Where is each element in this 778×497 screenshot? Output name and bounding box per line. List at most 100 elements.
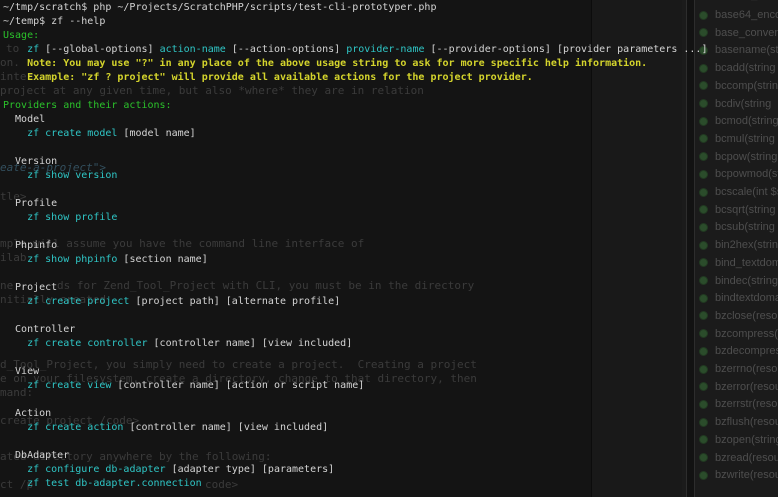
editor-bg-text: mand: — [0, 387, 33, 399]
function-bullet-icon — [699, 435, 708, 444]
function-bullet-icon — [699, 64, 708, 73]
function-list-item[interactable]: bzclose(resou — [682, 307, 778, 325]
editor-bg-text: ct /p — [0, 479, 33, 491]
function-label: bcpowmod(st — [715, 168, 778, 180]
function-label: bzerror(resour — [715, 381, 778, 393]
function-label: bind_textdom — [715, 257, 778, 269]
function-label: bcsub(string — [715, 221, 775, 233]
function-bullet-icon — [699, 311, 708, 320]
function-list-item[interactable]: bin2hex(strin — [682, 236, 778, 254]
function-label: bzwrite(resour — [715, 469, 778, 481]
function-bullet-icon — [699, 46, 708, 55]
function-list-item[interactable]: basename(stri — [682, 41, 778, 59]
function-label: bzflush(resou — [715, 416, 778, 428]
function-list-item[interactable]: bzerror(resour — [682, 378, 778, 396]
function-label: bindtextdoma — [715, 292, 778, 304]
editor-bg-text: e on your filesystem, create a directory… — [0, 373, 477, 385]
editor-bg-text: on. — [0, 57, 20, 69]
function-bullet-icon — [699, 258, 708, 267]
function-list-item[interactable]: bzcompress(s — [682, 325, 778, 343]
editor-bg-text: ne — [0, 280, 13, 292]
function-bullet-icon — [699, 134, 708, 143]
function-list-item[interactable]: bcadd(string — [682, 59, 778, 77]
function-list-item[interactable]: bcdiv(string — [682, 95, 778, 113]
function-label: bcdiv(string — [715, 98, 771, 110]
function-list-item[interactable]: bzerrno(resou — [682, 360, 778, 378]
editor-bg-text: create project /code> — [0, 415, 139, 427]
function-label: bzerrstr(resou — [715, 398, 778, 410]
function-bullet-icon — [699, 223, 708, 232]
function-bullet-icon — [699, 347, 708, 356]
function-list-item[interactable]: bcmod(string — [682, 112, 778, 130]
function-label: base64_decode(st — [715, 0, 778, 1]
function-bullet-icon — [699, 294, 708, 303]
editor-bg-text: ilab — [0, 252, 27, 264]
function-bullet-icon — [699, 400, 708, 409]
editor-bg-text: code> — [205, 479, 238, 491]
function-list-item[interactable]: base_convert( — [682, 24, 778, 42]
function-bullet-icon — [699, 453, 708, 462]
function-list-item[interactable]: bzwrite(resour — [682, 466, 778, 484]
function-list-item[interactable]: bzerrstr(resou — [682, 395, 778, 413]
function-bullet-icon — [699, 11, 708, 20]
function-list-item[interactable]: bcsub(string — [682, 218, 778, 236]
function-list-item[interactable]: bind_textdom — [682, 254, 778, 272]
function-label: bccomp(strin — [715, 80, 778, 92]
function-list-item[interactable]: bzdecompres — [682, 342, 778, 360]
function-label: bzerrno(resou — [715, 363, 778, 375]
function-list-item[interactable]: bccomp(strin — [682, 77, 778, 95]
function-label: bcsqrt(string — [715, 204, 776, 216]
function-bullet-icon — [699, 471, 708, 480]
function-label: bzclose(resou — [715, 310, 778, 322]
function-bullet-icon — [699, 205, 708, 214]
function-label: bcmul(string — [715, 133, 775, 145]
editor-bg-text: mple will assume you have the command li… — [0, 238, 364, 250]
function-label: bin2hex(strin — [715, 239, 778, 251]
editor-right-margin — [591, 0, 683, 497]
function-label: bcpow(string — [715, 151, 777, 163]
editor-bg-text: tle> — [0, 191, 27, 203]
function-bullet-icon — [699, 81, 708, 90]
function-list-item[interactable]: bzopen(string — [682, 431, 778, 449]
function-bullet-icon — [699, 188, 708, 197]
editor-bg-text: inter — [0, 71, 33, 83]
function-bullet-icon — [699, 329, 708, 338]
function-list-item[interactable]: bcpow(string — [682, 148, 778, 166]
function-list-item[interactable]: bzread(resou — [682, 449, 778, 467]
function-browser-panel: base64_decode(st base64_encod base_convert… — [682, 0, 778, 497]
function-list-item[interactable]: bcscale(int $s — [682, 183, 778, 201]
editor-bg-text: ated directory anywhere by the following… — [0, 451, 272, 463]
function-label: bcscale(int $s — [715, 186, 778, 198]
function-list-item[interactable]: base64_decode(st — [682, 0, 778, 4]
function-list-item[interactable]: bcmul(string — [682, 130, 778, 148]
editor-bg-text: to — [6, 43, 19, 55]
function-bullet-icon — [699, 418, 708, 427]
function-list-item[interactable]: bindtextdoma — [682, 289, 778, 307]
function-bullet-icon — [699, 117, 708, 126]
function-bullet-icon — [699, 241, 708, 250]
function-list-item[interactable]: bcpowmod(st — [682, 165, 778, 183]
function-label: bzcompress(s — [715, 328, 778, 340]
function-list-item[interactable]: bcsqrt(string — [682, 201, 778, 219]
function-label: bcadd(string — [715, 62, 776, 74]
function-bullet-icon — [699, 28, 708, 37]
function-bullet-icon — [699, 152, 708, 161]
function-label: bzopen(string — [715, 434, 778, 446]
function-label: bindec(string — [715, 275, 778, 287]
function-list-item[interactable]: bindec(string — [682, 272, 778, 290]
editor-bg-text: ds for Zend_Tool_Project with CLI, you m… — [57, 280, 474, 292]
function-label: base64_encod — [715, 9, 778, 21]
function-label: bzdecompres — [715, 345, 778, 357]
function-bullet-icon — [699, 276, 708, 285]
function-bullet-icon — [699, 170, 708, 179]
function-list-item[interactable]: base64_encod — [682, 6, 778, 24]
editor-bg-text: eate-a-project"> — [0, 162, 106, 174]
editor-bg-text: nitially created — [0, 294, 106, 306]
function-label: bzread(resou — [715, 452, 778, 464]
editor-bg-text: project at any given time, but also *whe… — [0, 85, 424, 97]
screen: to on. inter project at any given time, but… — [0, 0, 778, 497]
function-bullet-icon — [699, 365, 708, 374]
function-bullet-icon — [699, 382, 708, 391]
function-list-item[interactable]: bzflush(resou — [682, 413, 778, 431]
editor-bg-text: d_Tool_Project, you simply need to creat… — [0, 359, 477, 371]
